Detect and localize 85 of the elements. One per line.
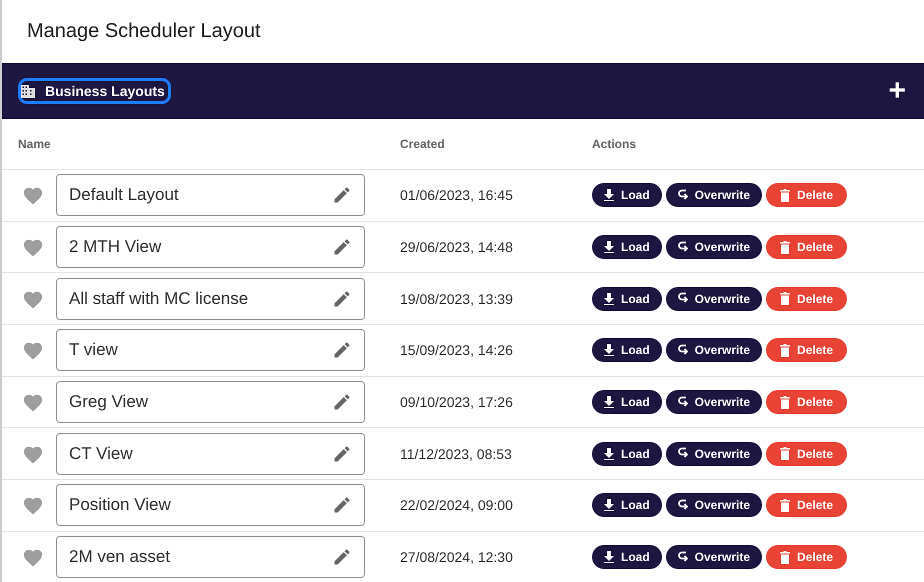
pencil-icon[interactable] xyxy=(332,392,352,412)
trash-icon xyxy=(780,550,790,564)
download-icon xyxy=(604,292,614,305)
table-cell-text: 22/02/2024, 09:00 xyxy=(400,497,514,514)
load-button[interactable]: Load xyxy=(592,183,662,208)
name-field[interactable]: Position View xyxy=(56,484,365,526)
overwrite-button[interactable]: Overwrite xyxy=(666,442,762,466)
redo-icon xyxy=(678,396,688,409)
load-button[interactable]: Load xyxy=(592,442,662,466)
overwrite-button[interactable]: Overwrite xyxy=(666,286,762,311)
pencil-icon[interactable] xyxy=(332,288,352,309)
name-field[interactable]: CT View xyxy=(56,432,365,475)
download-icon xyxy=(604,396,614,408)
download-icon xyxy=(604,241,614,254)
delete-button[interactable]: Delete xyxy=(766,338,848,362)
trash-icon xyxy=(780,447,790,460)
delete-button[interactable]: Delete xyxy=(766,183,848,208)
load-button[interactable]: Load xyxy=(592,493,662,518)
heart-icon[interactable] xyxy=(22,547,44,568)
delete-button[interactable]: Delete xyxy=(766,442,848,466)
overwrite-button[interactable]: Overwrite xyxy=(666,235,762,260)
pencil-icon[interactable] xyxy=(332,547,352,568)
download-icon xyxy=(604,189,614,202)
heart-icon[interactable] xyxy=(22,392,44,412)
table-cell-text: 01/06/2023, 16:45 xyxy=(400,187,514,204)
name-field[interactable]: T view xyxy=(56,329,365,372)
redo-icon xyxy=(678,550,688,564)
redo-icon xyxy=(678,292,688,306)
trash-icon xyxy=(780,396,790,409)
table-cell-text: 15/09/2023, 14:26 xyxy=(400,342,514,358)
load-button[interactable]: Load xyxy=(592,338,662,362)
load-button[interactable]: Load xyxy=(592,286,662,311)
table-cell-text: 11/12/2023, 08:53 xyxy=(400,446,513,462)
name-field[interactable]: 2 MTH View xyxy=(56,226,365,268)
building-icon xyxy=(21,84,35,98)
overwrite-button[interactable]: Overwrite xyxy=(666,338,762,362)
trash-icon xyxy=(780,188,790,202)
tab[interactable]: Business Layouts xyxy=(18,78,171,104)
overwrite-button[interactable]: Overwrite xyxy=(666,545,762,570)
redo-icon xyxy=(678,447,688,460)
overwrite-button[interactable]: Overwrite xyxy=(666,390,762,414)
download-icon xyxy=(604,551,614,564)
delete-button[interactable]: Delete xyxy=(766,545,848,570)
download-icon xyxy=(604,499,614,512)
column-header: Created xyxy=(400,137,446,151)
trash-icon xyxy=(780,344,790,357)
name-field[interactable]: All staff with MC license xyxy=(56,278,365,320)
pencil-icon[interactable] xyxy=(332,185,352,206)
column-header: Actions xyxy=(592,137,638,151)
load-button[interactable]: Load xyxy=(592,235,662,260)
trash-icon xyxy=(780,292,790,306)
download-icon xyxy=(604,448,614,460)
name-field[interactable]: Greg View xyxy=(56,381,365,424)
name-field[interactable]: 2M ven asset xyxy=(56,536,365,578)
heart-icon[interactable] xyxy=(22,237,44,258)
download-icon xyxy=(604,344,614,356)
redo-icon xyxy=(678,498,688,512)
pencil-icon[interactable] xyxy=(332,340,352,360)
redo-icon xyxy=(678,344,688,357)
overwrite-button[interactable]: Overwrite xyxy=(666,493,762,518)
load-button[interactable]: Load xyxy=(592,545,662,570)
delete-button[interactable]: Delete xyxy=(766,235,848,260)
column-header: Name xyxy=(18,137,52,151)
trash-icon xyxy=(780,240,790,254)
delete-button[interactable]: Delete xyxy=(766,493,848,518)
table-cell-text: 09/10/2023, 17:26 xyxy=(400,394,514,410)
heart-icon[interactable] xyxy=(22,185,44,206)
table-cell-text: 29/06/2023, 14:48 xyxy=(400,239,514,256)
pencil-icon[interactable] xyxy=(332,444,352,464)
add-button[interactable]: + xyxy=(888,76,906,106)
load-button[interactable]: Load xyxy=(592,390,662,414)
pencil-icon[interactable] xyxy=(332,495,352,516)
redo-icon xyxy=(678,240,688,254)
overwrite-button[interactable]: Overwrite xyxy=(666,183,762,208)
redo-icon xyxy=(678,188,688,202)
delete-button[interactable]: Delete xyxy=(766,390,848,414)
pencil-icon[interactable] xyxy=(332,237,352,258)
table-cell-text: 19/08/2023, 13:39 xyxy=(400,290,514,307)
heart-icon[interactable] xyxy=(22,340,44,360)
heart-icon[interactable] xyxy=(22,495,44,516)
delete-button[interactable]: Delete xyxy=(766,286,848,311)
name-field[interactable]: Default Layout xyxy=(56,174,365,216)
table-cell-text: 27/08/2024, 12:30 xyxy=(400,549,514,566)
trash-icon xyxy=(780,498,790,512)
dialog-title: Manage Scheduler Layout xyxy=(26,19,262,44)
